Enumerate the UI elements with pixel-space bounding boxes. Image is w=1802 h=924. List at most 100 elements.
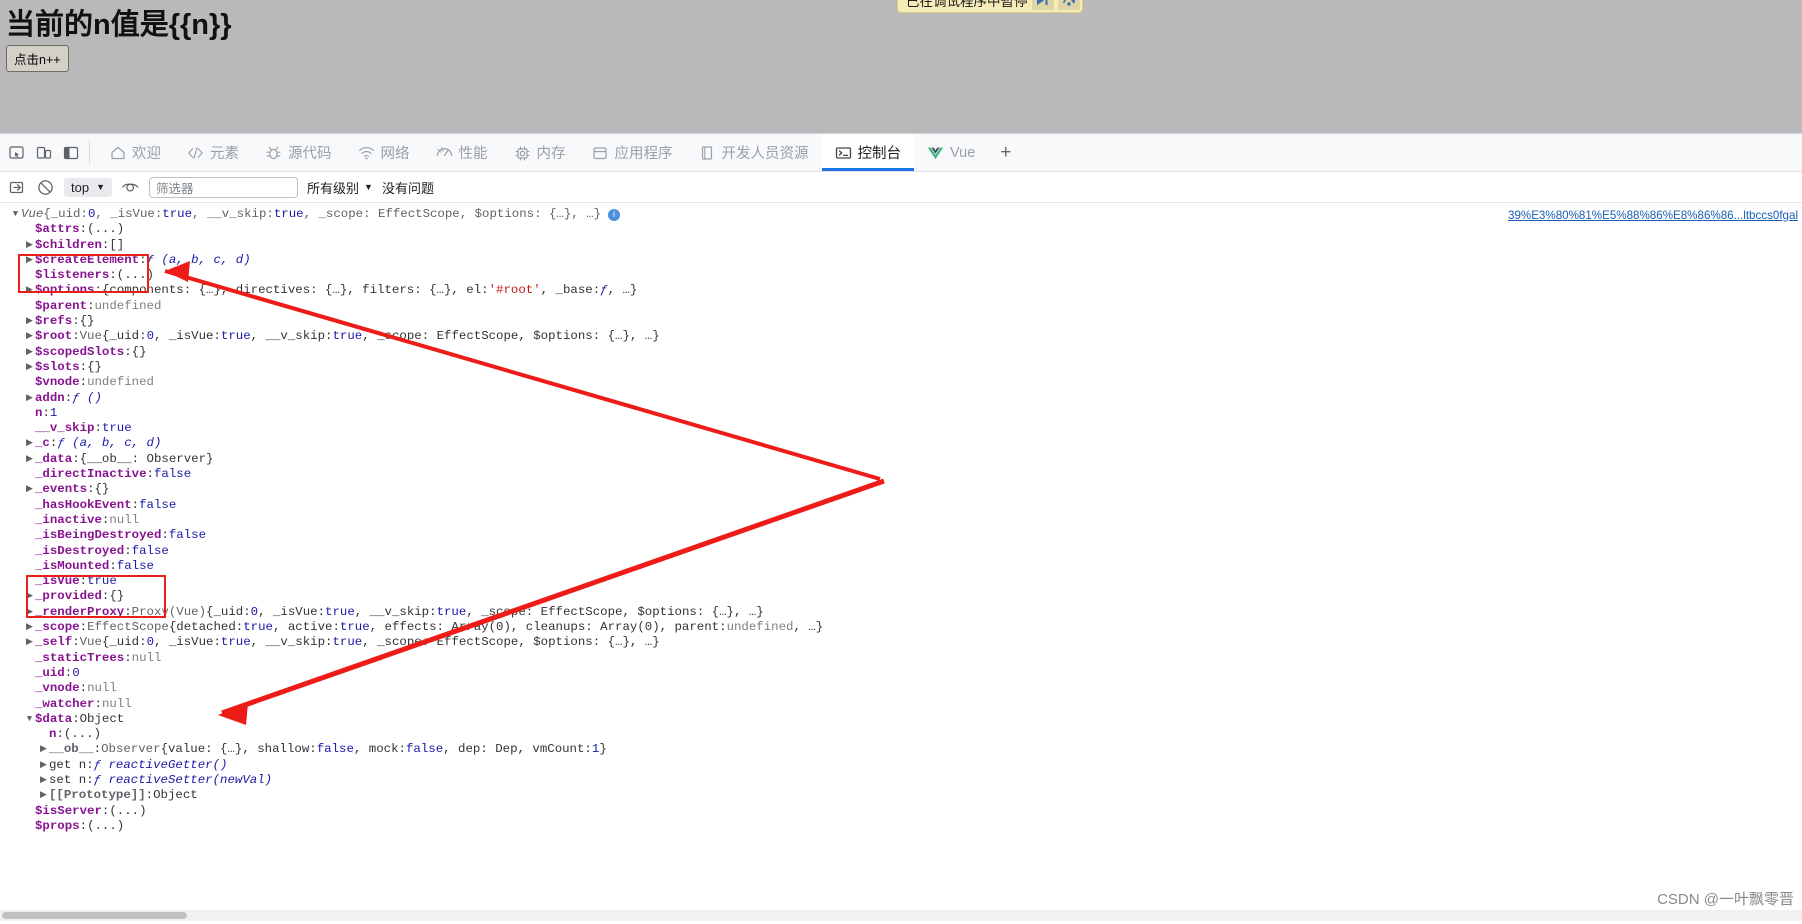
console-log-line[interactable]: ▶$attrs: (...)	[0, 222, 1802, 237]
console-log-line[interactable]: ▶$vnode: undefined	[0, 375, 1802, 390]
console-log-line[interactable]: ▶ $scopedSlots: {}	[0, 345, 1802, 360]
tab-application[interactable]: 应用程序	[579, 134, 686, 171]
console-log-line[interactable]: ▶$isServer: (...)	[0, 804, 1802, 819]
expand-triangle-right-icon[interactable]: ▶	[24, 436, 35, 451]
console-log-line[interactable]: ▶ _provided: {}	[0, 589, 1802, 604]
expand-triangle-down-icon[interactable]: ▼	[24, 712, 35, 727]
expand-triangle-right-icon[interactable]: ▶	[24, 452, 35, 467]
log-token: , _scope: EffectScope, $options: {…}, …}	[362, 329, 660, 344]
console-log-line[interactable]: ▶_directInactive: false	[0, 467, 1802, 482]
console-log-line[interactable]: ▼ Vue {_uid: 0, _isVue: true, __v_skip: t…	[0, 207, 1802, 222]
console-log-line[interactable]: ▶_vnode: null	[0, 681, 1802, 696]
expand-triangle-right-icon[interactable]: ▶	[38, 742, 49, 757]
expand-triangle-right-icon[interactable]: ▶	[24, 620, 35, 635]
console-log-line[interactable]: ▶ [[Prototype]]: Object	[0, 788, 1802, 803]
expand-triangle-right-icon[interactable]: ▶	[24, 605, 35, 620]
tab-network[interactable]: 网络	[345, 134, 423, 171]
log-token: $children	[35, 237, 102, 252]
scrollbar-thumb[interactable]	[2, 912, 187, 919]
console-log-line[interactable]: ▶ addn: ƒ ()	[0, 391, 1802, 406]
expand-triangle-right-icon[interactable]: ▶	[38, 788, 49, 803]
expand-triangle-right-icon[interactable]: ▶	[24, 360, 35, 375]
tab-console[interactable]: 控制台	[821, 134, 914, 171]
no-entry-icon[interactable]	[36, 178, 55, 197]
expand-triangle-right-icon[interactable]: ▶	[24, 482, 35, 497]
console-log-line[interactable]: ▶ $root: Vue {_uid: 0, _isVue: true, __v_…	[0, 329, 1802, 344]
expand-triangle-right-icon[interactable]: ▶	[38, 773, 49, 788]
tab-performance[interactable]: 性能	[423, 134, 501, 171]
expand-triangle-right-icon[interactable]: ▶	[24, 283, 35, 298]
expand-triangle-right-icon[interactable]: ▶	[24, 329, 35, 344]
console-log-line[interactable]: ▶_staticTrees: null	[0, 651, 1802, 666]
increment-button[interactable]: 点击n++	[6, 45, 69, 72]
console-log-line[interactable]: ▶_uid: 0	[0, 666, 1802, 681]
console-log-line[interactable]: ▶_watcher: null	[0, 697, 1802, 712]
console-log-line[interactable]: ▶ _self: Vue {_uid: 0, _isVue: true, __v_…	[0, 635, 1802, 650]
tab-elements[interactable]: 元素	[174, 134, 252, 171]
browser-viewport: 已在调试程序中暂停 当前的n值是{{n}} 点击n++	[0, 0, 1802, 133]
add-tab-button[interactable]: +	[988, 134, 1023, 171]
expand-triangle-placeholder: ▶	[24, 375, 35, 390]
dock-side-icon[interactable]	[62, 144, 79, 161]
clear-console-icon[interactable]	[8, 178, 27, 197]
console-log-line[interactable]: ▶_isBeingDestroyed: false	[0, 528, 1802, 543]
expand-triangle-right-icon[interactable]: ▶	[38, 758, 49, 773]
console-log-line[interactable]: ▶n: 1	[0, 406, 1802, 421]
console-log-line[interactable]: ▶ $refs: {}	[0, 314, 1802, 329]
console-log-line[interactable]: ▶ _data: {__ob__: Observer}	[0, 452, 1802, 467]
log-token: true	[87, 574, 117, 589]
console-log-line[interactable]: ▶ _scope: EffectScope {detached: true, ac…	[0, 620, 1802, 635]
console-log-line[interactable]: ▶ __ob__: Observer {value: {…}, shallow: …	[0, 742, 1802, 757]
console-log-line[interactable]: ▶$parent: undefined	[0, 299, 1802, 314]
expand-triangle-right-icon[interactable]: ▶	[24, 314, 35, 329]
console-log-line[interactable]: ▶$props: (...)	[0, 819, 1802, 834]
execution-context-select[interactable]: top ▼	[64, 177, 112, 197]
console-log-line[interactable]: ▶ _c: ƒ (a, b, c, d)	[0, 436, 1802, 451]
console-log-line[interactable]: ▶ $slots: {}	[0, 360, 1802, 375]
log-level-select[interactable]: 所有级别 ▼	[307, 178, 373, 197]
tab-welcome[interactable]: 欢迎	[96, 134, 174, 171]
console-log-line[interactable]: ▶ $createElement: ƒ (a, b, c, d)	[0, 253, 1802, 268]
expand-triangle-right-icon[interactable]: ▶	[24, 238, 35, 253]
console-log-line[interactable]: ▶ $children: []	[0, 238, 1802, 253]
console-log-line[interactable]: ▶ set n: ƒ reactiveSetter(newVal)	[0, 773, 1802, 788]
info-badge-icon[interactable]: i	[608, 208, 621, 221]
live-expression-eye-icon[interactable]	[121, 178, 140, 197]
tab-memory[interactable]: 内存	[501, 134, 579, 171]
inspect-element-icon[interactable]	[8, 144, 25, 161]
log-token: :	[79, 375, 88, 390]
console-log-line[interactable]: ▶ get n: ƒ reactiveGetter()	[0, 758, 1802, 773]
log-token: :	[146, 467, 154, 482]
tab-developer-resources[interactable]: 开发人员资源	[686, 134, 822, 171]
expand-triangle-down-icon[interactable]: ▼	[10, 207, 21, 222]
log-token: $props	[35, 818, 80, 833]
console-log-line[interactable]: ▶__v_skip: true	[0, 421, 1802, 436]
resume-icon[interactable]	[1031, 0, 1054, 10]
filter-input[interactable]: 筛选器	[149, 176, 298, 198]
console-log-area[interactable]: 39%E3%80%81%E5%88%86%E8%86%86...ltbccs0f…	[0, 203, 1802, 921]
log-token: :	[87, 482, 95, 497]
tab-vue[interactable]: Vue	[914, 134, 988, 171]
console-log-line[interactable]: ▶$listeners: (...)	[0, 268, 1802, 283]
expand-triangle-right-icon[interactable]: ▶	[24, 391, 35, 406]
tab-sources[interactable]: 源代码	[252, 134, 345, 171]
console-log-line[interactable]: ▶ _renderProxy: Proxy(Vue) {_uid: 0, _isV…	[0, 605, 1802, 620]
console-log-line[interactable]: ▶_isDestroyed: false	[0, 544, 1802, 559]
console-log-line[interactable]: ▶_isVue: true	[0, 574, 1802, 589]
console-log-line[interactable]: ▼ $data: Object	[0, 712, 1802, 727]
expand-triangle-right-icon[interactable]: ▶	[24, 253, 35, 268]
step-over-icon[interactable]	[1057, 0, 1080, 10]
device-toolbar-icon[interactable]	[35, 144, 52, 161]
console-log-line[interactable]: ▶ _events: {}	[0, 482, 1802, 497]
console-log-line[interactable]: ▶_isMounted: false	[0, 559, 1802, 574]
console-log-line[interactable]: ▶_hasHookEvent: false	[0, 498, 1802, 513]
horizontal-scrollbar[interactable]	[0, 910, 1802, 921]
expand-triangle-right-icon[interactable]: ▶	[24, 345, 35, 360]
expand-triangle-placeholder: ▶	[24, 467, 35, 482]
chevron-down-icon: ▼	[96, 182, 105, 192]
expand-triangle-right-icon[interactable]: ▶	[24, 635, 35, 650]
expand-triangle-right-icon[interactable]: ▶	[24, 589, 35, 604]
console-log-line[interactable]: ▶n: (...)	[0, 727, 1802, 742]
console-log-line[interactable]: ▶_inactive: null	[0, 513, 1802, 528]
console-log-line[interactable]: ▶ $options: {components: {…}, directives:…	[0, 283, 1802, 298]
